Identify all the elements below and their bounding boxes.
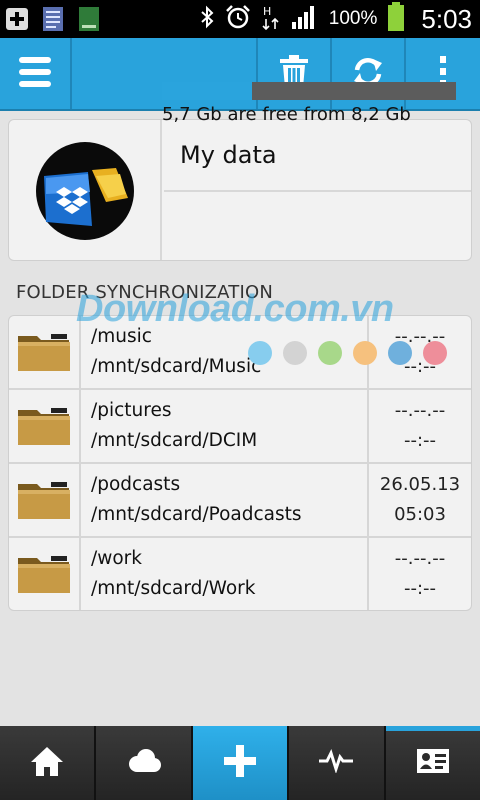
- home-button[interactable]: [0, 726, 97, 800]
- storage-used-fill: [162, 82, 252, 100]
- section-title: FOLDER SYNCHRONIZATION: [16, 282, 274, 303]
- menu-icon: [17, 55, 53, 93]
- folder-icon: [9, 464, 81, 536]
- contact-card-icon: [416, 748, 450, 778]
- add-icon: [4, 6, 30, 32]
- local-folder-path: /mnt/sdcard/Poadcasts: [91, 504, 302, 525]
- dropbox-icon: [35, 142, 134, 240]
- folder-row-podcasts[interactable]: /podcasts /mnt/sdcard/Poadcasts 26.05.13…: [9, 464, 471, 538]
- status-bar: H 100% 5:03: [0, 0, 480, 38]
- folder-row-pictures[interactable]: /pictures /mnt/sdcard/DCIM --.--.-- --:-…: [9, 390, 471, 464]
- remote-folder-name: /music: [91, 326, 152, 347]
- folder-paths: /work /mnt/sdcard/Work: [81, 538, 369, 610]
- local-folder-path: /mnt/sdcard/Work: [91, 578, 256, 599]
- notification-icons: [4, 6, 102, 32]
- folder-paths: /music /mnt/sdcard/Music: [81, 316, 369, 388]
- sync-time: --:--: [403, 578, 437, 599]
- local-folder-path: /mnt/sdcard/DCIM: [91, 430, 258, 451]
- last-sync: --.--.-- --:--: [369, 390, 471, 462]
- action-bar: [0, 38, 480, 111]
- folder-icon: [9, 538, 81, 610]
- folder-row-music[interactable]: /music /mnt/sdcard/Music --.--.-- --:--: [9, 316, 471, 390]
- last-sync: 26.05.13 05:03: [369, 464, 471, 536]
- svg-text:H: H: [263, 5, 271, 18]
- activity-button[interactable]: [289, 726, 386, 800]
- storage-progress-bar: [162, 82, 456, 100]
- last-sync: --.--.-- --:--: [369, 538, 471, 610]
- account-name: My data: [164, 120, 471, 192]
- bluetooth-icon: [199, 5, 215, 33]
- add-button[interactable]: [192, 726, 290, 800]
- battery-percent: 100%: [328, 8, 378, 29]
- cloud-icon: [126, 748, 162, 778]
- account-card[interactable]: My data: [8, 119, 472, 261]
- add-icon: [223, 744, 257, 782]
- menu-button[interactable]: [0, 38, 72, 109]
- storage-text: 5,7 Gb are free from 8,2 Gb: [162, 104, 411, 125]
- cloud-button[interactable]: [96, 726, 193, 800]
- sync-time: 05:03: [394, 504, 446, 525]
- sync-date: 26.05.13: [379, 474, 461, 495]
- remote-folder-name: /podcasts: [91, 474, 181, 495]
- local-folder-path: /mnt/sdcard/Music: [91, 356, 262, 377]
- bottom-navigation: [0, 726, 480, 800]
- system-icons: H 100% 5:03: [199, 0, 472, 38]
- account-logo: [9, 120, 162, 260]
- folder-paths: /podcasts /mnt/sdcard/Poadcasts: [81, 464, 369, 536]
- clock: 5:03: [421, 3, 472, 34]
- folder-row-work[interactable]: /work /mnt/sdcard/Work --.--.-- --:--: [9, 538, 471, 610]
- sync-date: --.--.--: [394, 548, 446, 569]
- sync-time: --:--: [403, 430, 437, 451]
- sync-time: --:--: [403, 356, 437, 377]
- contacts-button[interactable]: [385, 726, 480, 800]
- remote-folder-name: /work: [91, 548, 143, 569]
- battery-icon: [387, 2, 405, 36]
- sync-date: --.--.--: [394, 326, 446, 347]
- sync-date: --.--.--: [394, 400, 446, 421]
- home-icon: [30, 745, 64, 781]
- cell-signal-icon: [291, 4, 319, 34]
- remote-folder-name: /pictures: [91, 400, 172, 421]
- folder-paths: /pictures /mnt/sdcard/DCIM: [81, 390, 369, 462]
- folder-list: /music /mnt/sdcard/Music --.--.-- --:-- …: [8, 315, 472, 611]
- folder-icon: [9, 316, 81, 388]
- folder-icon: [9, 390, 81, 462]
- document-icon: [40, 6, 66, 32]
- alarm-icon: [225, 4, 251, 34]
- last-sync: --.--.-- --:--: [369, 316, 471, 388]
- book-icon: [76, 6, 102, 32]
- activity-icon: [318, 749, 354, 777]
- hspa-signal-icon: H: [261, 3, 281, 35]
